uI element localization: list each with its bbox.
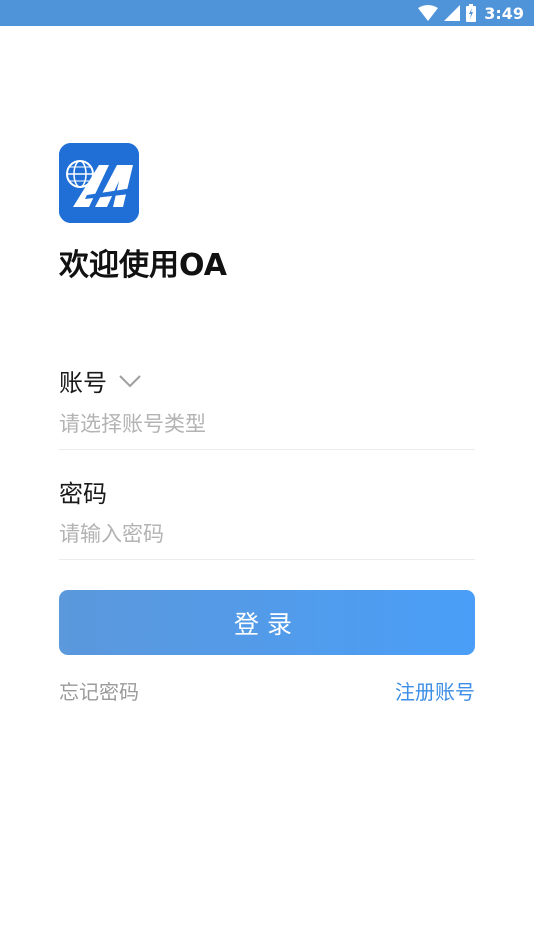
register-account-link[interactable]: 注册账号 xyxy=(395,676,475,705)
chevron-down-icon[interactable] xyxy=(119,374,141,388)
password-input[interactable] xyxy=(59,514,475,554)
forgot-password-link[interactable]: 忘记密码 xyxy=(59,676,139,705)
password-label-row: 密码 xyxy=(59,474,107,509)
password-label: 密码 xyxy=(59,480,107,508)
login-button[interactable]: 登录 xyxy=(59,590,475,655)
oa-logo-icon xyxy=(59,143,139,223)
cellular-signal-icon xyxy=(444,5,461,21)
account-label: 账号 xyxy=(59,369,107,397)
account-divider xyxy=(59,449,475,450)
login-screen: 3:49 欢迎使用OA 账号 密码 xyxy=(0,0,534,950)
wifi-icon xyxy=(418,5,439,21)
battery-icon xyxy=(466,4,477,22)
welcome-title: 欢迎使用OA xyxy=(59,248,227,283)
status-bar: 3:49 xyxy=(0,0,534,26)
password-divider xyxy=(59,559,475,560)
account-type-input[interactable] xyxy=(59,404,475,444)
status-time: 3:49 xyxy=(484,3,524,23)
account-type-selector[interactable]: 账号 xyxy=(59,363,141,398)
